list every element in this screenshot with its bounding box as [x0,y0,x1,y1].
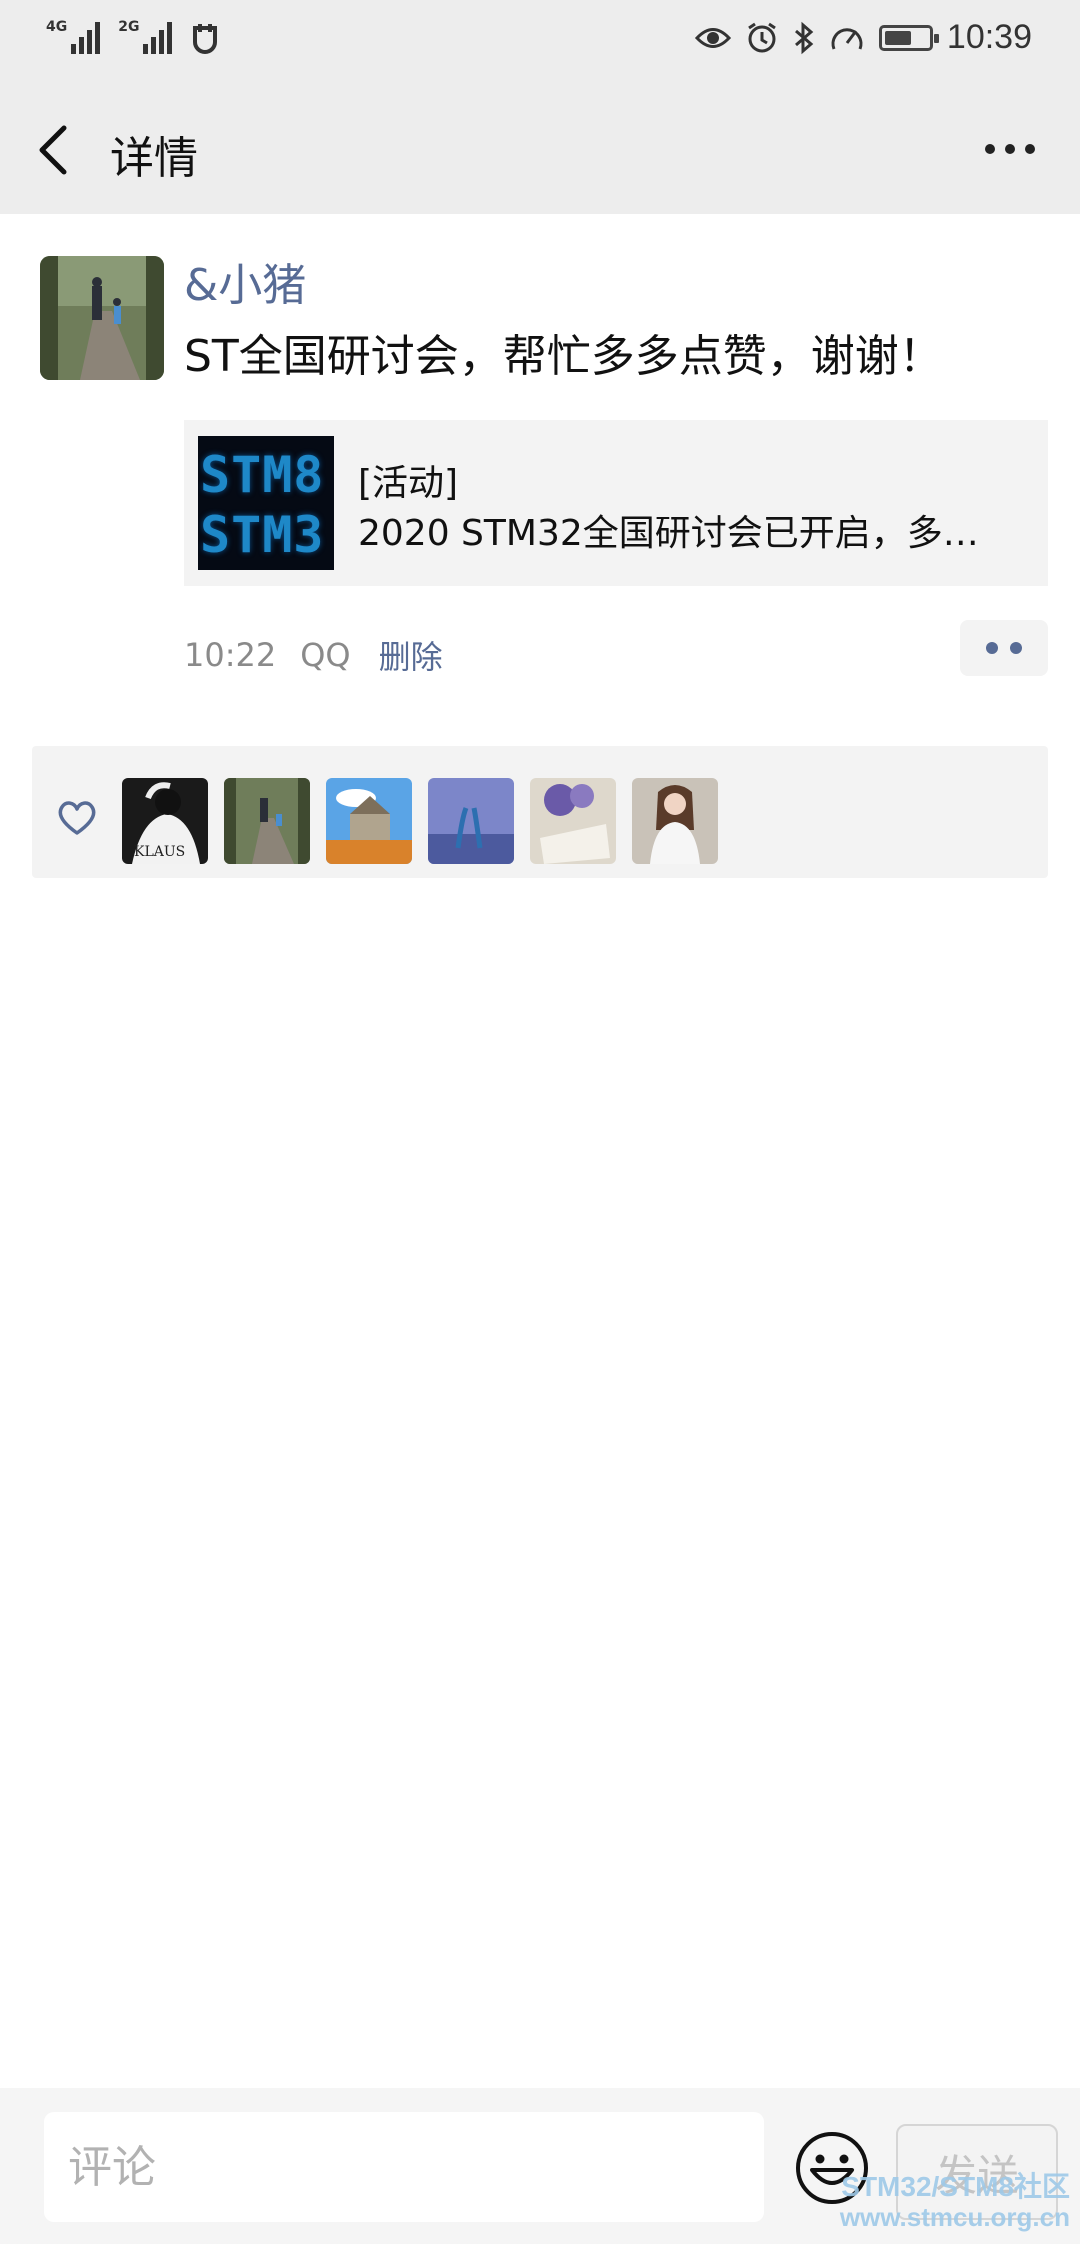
signal-sim1: 4G [46,19,101,54]
battery-fill [884,30,912,45]
thumb-text-line1: STM8 [200,446,325,504]
network-type-2: 2G [118,19,140,35]
author-name[interactable]: &小猪 [184,256,306,316]
notification-app-icon [193,24,218,54]
page-title: 详情 [110,133,198,184]
liker-avatar[interactable] [530,778,616,864]
chevron-left-icon[interactable] [30,120,80,180]
nav-bar: 详情 [0,86,1080,214]
alarm-icon [748,22,776,52]
battery-icon [878,24,939,51]
liker-avatar[interactable] [632,778,718,864]
status-bar: 4G 2G 10:39 [0,0,1080,86]
post-meta: 10:22 QQ 删除 [184,632,443,678]
post-time: 10:22 [184,636,277,674]
link-tag: [活动] [358,463,459,504]
liker-avatar[interactable]: KLAUS [122,778,208,864]
comment-input[interactable] [44,2112,764,2222]
link-thumbnail: STM8 STM3 [198,436,334,570]
author-avatar[interactable] [40,256,164,380]
thumb-text-line2: STM3 [200,506,325,564]
signal-bars-icon [71,20,101,54]
heart-outline-icon [58,801,96,835]
signal-sim2: 2G [118,19,173,54]
network-type-1: 4G [46,19,68,35]
watermark-line2: www.stmcu.org.cn [839,2202,1070,2232]
status-right: 10:39 [694,18,1032,57]
link-title: 2020 STM32全国研讨会已开启，多… [358,513,979,554]
status-left: 4G 2G [46,20,220,54]
watermark: STM32/STM8社区 www.stmcu.org.cn [839,2171,1070,2233]
speedometer-icon [831,27,863,50]
more-dots-icon[interactable] [980,134,1040,164]
post-text: ST全国研讨会，帮忙多多点赞，谢谢！ [184,331,943,382]
delete-link[interactable]: 删除 [379,632,443,678]
liker-avatar[interactable] [326,778,412,864]
post-source: QQ [300,636,351,674]
status-time: 10:39 [946,18,1032,56]
liker-avatar-text: KLAUS [134,844,185,860]
liker-avatar[interactable] [428,778,514,864]
shared-link-card[interactable]: STM8 STM3 [活动] 2020 STM32全国研讨会已开启，多… [184,420,1048,586]
watermark-line1: STM32/STM8社区 [841,2171,1070,2202]
bluetooth-icon [794,21,814,54]
likes-box: KLAUS [32,746,1048,878]
liker-avatar[interactable] [224,778,310,864]
eye-icon [694,27,731,48]
like-comment-menu-button[interactable] [960,620,1048,676]
signal-bars-icon [143,20,173,54]
